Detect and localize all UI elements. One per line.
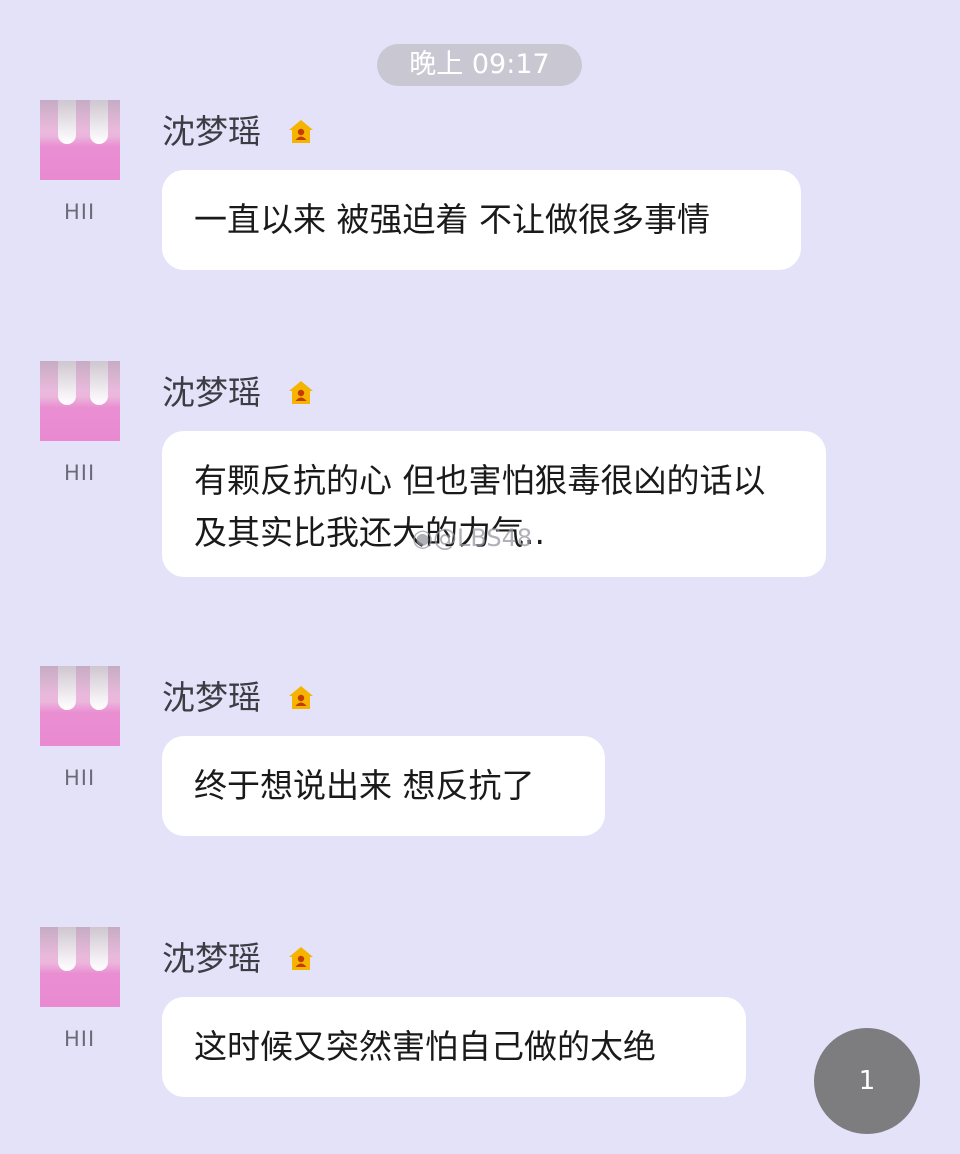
message-text: 一直以来 被强迫着 不让做很多事情 <box>194 200 710 239</box>
message-text: 这时候又突然害怕自己做的太绝 <box>194 1027 656 1066</box>
avatar[interactable] <box>40 100 120 180</box>
avatar[interactable] <box>40 361 120 441</box>
sender-name[interactable]: 沈梦瑶 <box>162 676 261 720</box>
member-tag: HII <box>64 200 96 224</box>
sender-name[interactable]: 沈梦瑶 <box>162 110 261 154</box>
message-bubble[interactable]: 有颗反抗的心 但也害怕狠毒很凶的话以及其实比我还大的力气.. <box>162 431 826 577</box>
vip-badge-icon <box>289 686 313 709</box>
vip-badge-icon <box>289 381 313 404</box>
unread-count: 1 <box>858 1066 876 1096</box>
member-tag: HII <box>64 766 96 790</box>
message-bubble[interactable]: 一直以来 被强迫着 不让做很多事情 <box>162 170 801 270</box>
avatar[interactable] <box>40 666 120 746</box>
watermark-text: @LBS48 <box>432 524 533 552</box>
vip-badge-icon <box>289 120 313 143</box>
message-bubble[interactable]: 这时候又突然害怕自己做的太绝 <box>162 997 746 1097</box>
avatar[interactable] <box>40 927 120 1007</box>
watermark: ◉@LBS48 <box>412 524 532 552</box>
weibo-icon: ◉ <box>412 524 433 552</box>
vip-badge-icon <box>289 947 313 970</box>
message-bubble[interactable]: 终于想说出来 想反抗了 <box>162 736 605 836</box>
sender-name[interactable]: 沈梦瑶 <box>162 371 261 415</box>
timestamp-pill: 晚上 09:17 <box>377 44 582 86</box>
member-tag: HII <box>64 1027 96 1051</box>
message-text: 终于想说出来 想反抗了 <box>194 766 535 805</box>
unread-count-button[interactable]: 1 <box>814 1028 920 1134</box>
member-tag: HII <box>64 461 96 485</box>
sender-name[interactable]: 沈梦瑶 <box>162 937 261 981</box>
